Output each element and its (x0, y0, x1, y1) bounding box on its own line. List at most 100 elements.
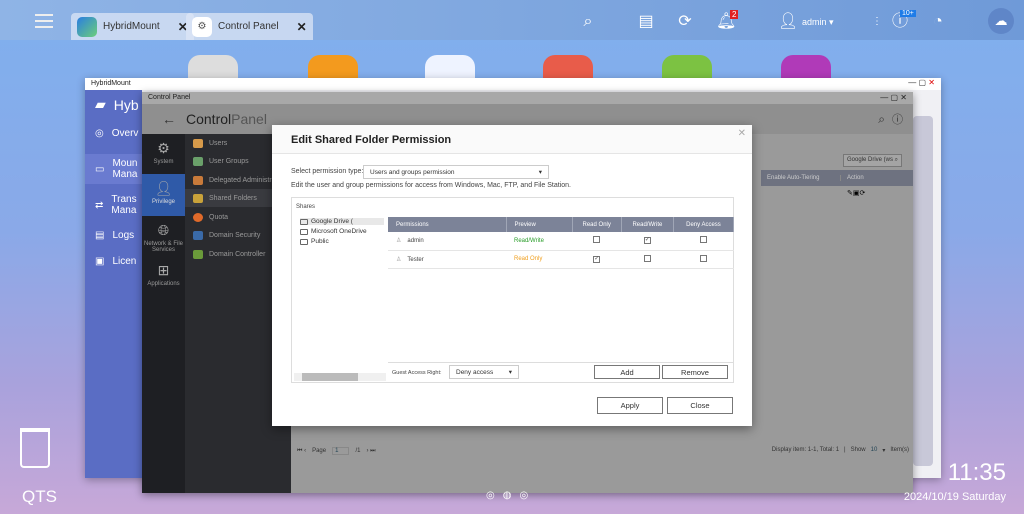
deny-access-checkbox[interactable] (699, 254, 707, 262)
column-header: Read Only (572, 217, 622, 232)
tab-hybridmount[interactable]: HybridMount ✕ (71, 13, 194, 40)
window-title: Control Panel (142, 92, 913, 104)
share-public[interactable]: Public (300, 238, 329, 245)
permissions-table: Permissions Preview Read Only Read/Write… (388, 217, 735, 269)
tab-control-panel[interactable]: ⚙ Control Panel ✕ (186, 13, 313, 40)
gear-icon: ⚙ (157, 140, 170, 156)
page-input[interactable]: 1 (332, 447, 350, 455)
back-arrow-icon[interactable]: ← (162, 111, 176, 127)
username: admin (802, 17, 827, 27)
nav-applications[interactable]: ⊞ Applications (142, 262, 185, 287)
os-label: QTS (22, 487, 57, 506)
folder-icon (193, 193, 203, 203)
window-controls[interactable]: — ▢ ✕ (908, 78, 935, 87)
permission-row[interactable]: ♙ admin Read/Write ✓ (388, 232, 734, 251)
hybridmount-sidebar: ▰ Hyb ◎ Overv ▭ Moun Mana ⇄ Trans Mana ▤ Logs… (85, 90, 142, 478)
user-icon[interactable]: 👤︎ (778, 12, 798, 32)
add-button[interactable]: Add (594, 365, 660, 379)
nav-network-file-services[interactable]: 🌐︎ Network & File Services (142, 222, 185, 253)
first-page-icon[interactable]: ⏮ ‹ (297, 448, 306, 455)
domain-security-icon (193, 230, 203, 240)
action-icons[interactable]: ✎▣⟳ (847, 189, 865, 197)
window-controls[interactable]: — ▢ ✕ (880, 93, 907, 102)
dropdown-arrow-icon: ▾ (508, 369, 512, 376)
sidebar-item-overview[interactable]: ◎ Overv (95, 128, 138, 139)
permission-type-label: Select permission type: (291, 168, 364, 175)
items-per-page-select[interactable]: 10 (871, 447, 878, 454)
background-task-icon[interactable]: ▤ (636, 12, 656, 32)
hybridmount-icon (77, 16, 97, 37)
clipboard-icon: ▤ (95, 230, 105, 241)
permission-type-select[interactable]: Users and groups permission ▾ (363, 165, 549, 179)
permission-row[interactable]: ♙ Tester Read Only ✓ (388, 250, 734, 269)
update-badge: 10+ (900, 10, 916, 17)
dock-icons[interactable]: ◎◍◎ (486, 490, 536, 501)
main-menu-icon[interactable] (35, 14, 53, 28)
sidebar-item-logs[interactable]: ▤ Logs (95, 230, 134, 241)
gear-icon: ⚙ (192, 16, 212, 37)
sidebar-item-transfer[interactable]: ⇄ Trans Mana (95, 194, 142, 216)
close-button[interactable]: Close (667, 397, 733, 414)
sync-icon[interactable]: ⟳ (675, 12, 695, 32)
dashboard-icon[interactable]: ◔ (928, 12, 948, 32)
search-icon[interactable]: ⌕ (578, 12, 598, 32)
tree-scrollbar[interactable] (294, 373, 386, 381)
apps-icon: ⊞ (157, 262, 170, 278)
quota-icon (193, 212, 203, 222)
license-icon: ▣ (95, 256, 105, 267)
clock-time: 11:35 (947, 459, 1006, 486)
close-icon[interactable]: ✕ (738, 128, 746, 139)
sidebar-item-mount[interactable]: ▭ Moun Mana (85, 154, 142, 184)
dropdown-arrow-icon: ▾ (538, 169, 542, 176)
trash-icon[interactable] (20, 428, 50, 468)
column-header: Action (847, 175, 864, 181)
user-menu[interactable]: admin ▾ (802, 17, 834, 28)
close-icon[interactable]: ✕ (297, 20, 307, 34)
taskbar: HybridMount ✕ ⚙ Control Panel ✕ ⌕ ▤ ⟳ 🔔︎ 2 … (0, 0, 1024, 40)
dialog-description: Edit the user and group permissions for … (291, 182, 571, 189)
cloud-icon[interactable]: ☁ (988, 8, 1014, 34)
domain-controller-icon (193, 249, 203, 259)
search-icon[interactable]: ⌕ (878, 112, 885, 127)
hybridmount-logo: ▰ (95, 96, 106, 112)
transfer-icon: ⇄ (95, 199, 104, 211)
app-title: ▰ Hyb (95, 96, 139, 113)
user-icon: ♙ (396, 238, 402, 245)
panel-edge (913, 116, 933, 466)
person-icon: 👤︎ (154, 180, 173, 196)
column-header: Enable Auto-Tiering (761, 175, 841, 181)
read-write-checkbox[interactable] (643, 254, 651, 262)
guest-access-select[interactable]: Deny access ▾ (449, 365, 519, 379)
group-icon (193, 156, 203, 166)
read-only-checkbox[interactable]: ✓ (593, 255, 601, 263)
apply-button[interactable]: Apply (597, 397, 663, 414)
notification-badge: 2 (730, 10, 739, 19)
user-icon (193, 138, 203, 148)
folder-search-field[interactable]: Google Drive (ws ⌕ (843, 154, 903, 167)
shares-label: Shares (296, 204, 316, 210)
remove-button[interactable]: Remove (662, 365, 728, 379)
share-onedrive[interactable]: Microsoft OneDrive (300, 228, 367, 235)
read-only-checkbox[interactable] (593, 236, 601, 244)
permissions-panel: Shares Google Drive ( Microsoft OneDrive… (291, 197, 735, 383)
user-icon: ♙ (396, 256, 402, 263)
user-name: ♙ Tester (388, 250, 506, 269)
clock-date: 2024/10/19 Saturday (903, 491, 1006, 503)
guest-access-label: Guest Access Right: (392, 370, 442, 376)
tab-label: Control Panel (218, 21, 279, 32)
help-icon[interactable]: ⓘ (892, 111, 903, 127)
share-google-drive[interactable]: Google Drive ( (300, 218, 384, 225)
overview-icon: ◎ (95, 128, 104, 139)
deny-access-checkbox[interactable] (699, 236, 707, 244)
read-write-checkbox[interactable]: ✓ (643, 237, 651, 245)
next-page-icon[interactable]: › ⏭ (366, 448, 375, 455)
nav-privilege[interactable]: 👤︎ Privilege (142, 174, 185, 216)
tab-label: HybridMount (103, 21, 160, 32)
sidebar-item-license[interactable]: ▣ Licen (95, 256, 136, 267)
more-icon[interactable]: ⋮ (867, 12, 887, 32)
column-header: Read/Write (621, 217, 674, 232)
category-nav: ⚙ System 👤︎ Privilege 🌐︎ Network & File Ser… (142, 134, 185, 493)
folder-icon (300, 218, 308, 225)
pager-info: Display item: 1-1, Total: 1 | Show 10 ▾ Ite… (771, 447, 909, 454)
user-name: ♙ admin (388, 232, 506, 251)
